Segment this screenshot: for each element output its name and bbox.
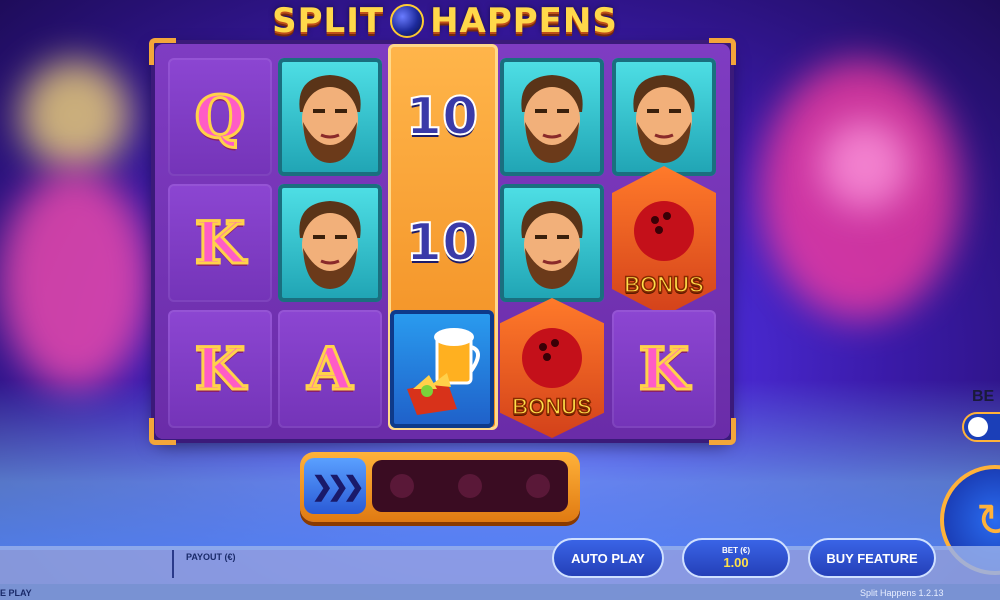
bet-toggle[interactable] <box>962 412 1000 442</box>
bet-value: 1.00 <box>723 555 749 570</box>
symbol-label: K <box>193 208 246 279</box>
toggle-knob <box>968 417 988 437</box>
background-light <box>0 170 150 390</box>
background-light <box>20 60 130 170</box>
bowler-face-icon <box>633 75 695 163</box>
symbol-label: A <box>306 334 354 405</box>
symbol-bowler-face <box>612 58 716 176</box>
hud-divider <box>172 550 174 578</box>
bet-edge-label: BE <box>972 388 995 405</box>
symbol-bowler-face <box>500 184 604 302</box>
symbol-label: K <box>193 334 246 405</box>
bowler-face-icon <box>521 201 583 289</box>
symbol-label: Q <box>193 82 247 153</box>
bonus-label: BONUS <box>512 393 593 420</box>
symbol-a: A <box>278 310 382 428</box>
auto-play-label: AUTO PLAY <box>571 550 645 566</box>
bet-button[interactable]: BET (€) 1.00 <box>682 538 790 578</box>
bowler-face-icon <box>299 201 361 289</box>
game-logo: SPLIT HAPPENS <box>255 0 635 42</box>
bowler-face-icon <box>299 75 361 163</box>
bowling-ball-icon <box>522 328 582 388</box>
logo-happens: HAPPENS <box>430 1 618 41</box>
version-label: Split Happens 1.2.13 <box>860 588 944 598</box>
play-label: E PLAY <box>0 588 32 598</box>
payout-label: PAYOUT (€) <box>186 552 236 562</box>
buy-feature-button[interactable]: BUY FEATURE <box>808 538 936 578</box>
meter-slot <box>458 474 482 498</box>
bowling-ball-icon <box>634 201 694 261</box>
symbol-bowler-face <box>278 184 382 302</box>
symbol-bowler-face <box>278 58 382 176</box>
bowler-face-icon <box>521 75 583 163</box>
symbol-k: K <box>168 310 272 428</box>
meter-slot <box>390 474 414 498</box>
symbol-beer-nachos <box>390 310 494 428</box>
symbol-bonus: BONUS <box>500 298 604 438</box>
beer-nachos-icon <box>407 328 480 415</box>
auto-play-button[interactable]: AUTO PLAY <box>552 538 664 578</box>
symbol-label: K <box>637 334 690 405</box>
symbol-q: Q <box>168 58 272 176</box>
buy-feature-label: BUY FEATURE <box>826 550 918 566</box>
feature-progress-meter: ❯❯❯ <box>300 452 580 522</box>
symbol-bonus: BONUS <box>612 166 716 316</box>
symbol-label: 10 <box>405 86 479 148</box>
symbol-label: 10 <box>405 212 479 274</box>
symbol-bowler-face <box>500 58 604 176</box>
hud-footer <box>0 584 1000 600</box>
symbol-k: K <box>612 310 716 428</box>
bet-label: BET (€) <box>722 546 750 555</box>
symbol-10: 10 <box>390 58 494 176</box>
chevron-right-icon: ❯❯❯ <box>304 458 366 514</box>
background-light <box>820 120 910 210</box>
bonus-label: BONUS <box>624 271 705 298</box>
logo-split: SPLIT <box>272 1 385 41</box>
meter-slot <box>526 474 550 498</box>
symbol-10: 10 <box>390 184 494 302</box>
spin-arrows-icon: ↻ <box>975 494 1000 546</box>
meter-track <box>372 460 568 512</box>
symbol-k: K <box>168 184 272 302</box>
bowling-ball-icon <box>390 4 425 38</box>
